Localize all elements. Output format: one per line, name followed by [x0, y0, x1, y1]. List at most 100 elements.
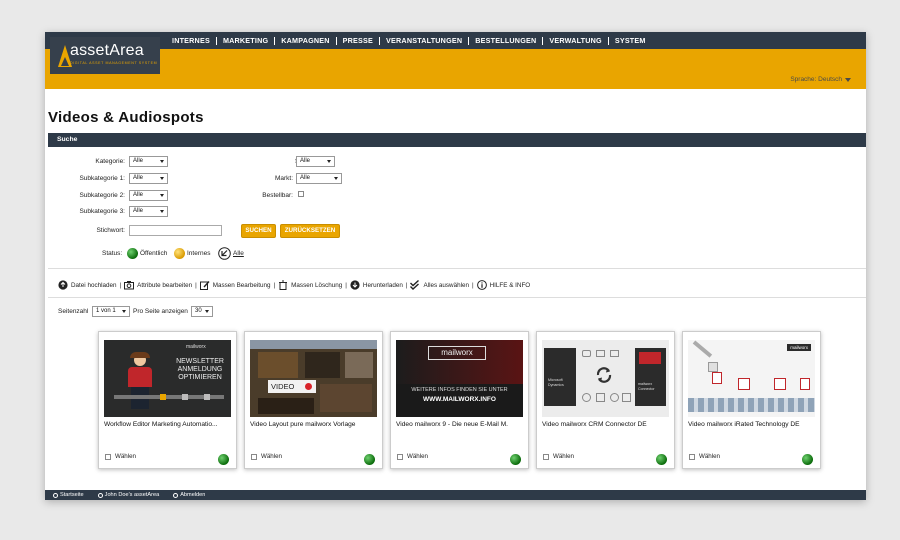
asset-thumbnail[interactable]: VIDEO [250, 340, 377, 417]
download-action[interactable]: Herunterladen [350, 280, 403, 290]
subkategorie-2-select[interactable]: Alle [129, 190, 168, 201]
action-toolbar: Datei hochladen | Attribute bearbeiten |… [58, 280, 530, 290]
nav-kampagnen[interactable]: KAMPAGNEN [275, 36, 337, 45]
trash-icon [279, 280, 288, 290]
asset-card[interactable]: mailworx Video mailworx iRated Technolog… [682, 331, 821, 469]
status-public-icon [802, 454, 813, 465]
asset-thumbnail[interactable]: mailworx NEWSLETTER ANMELDUNG OPTIMIEREN [104, 340, 231, 417]
select-checkbox[interactable]: Wählen [397, 453, 428, 460]
chevron-down-icon [122, 310, 126, 313]
subkategorie-1-select[interactable]: Alle [129, 173, 168, 184]
logo-tagline: DIGITAL ASSET MANAGEMENT SYSTEM [70, 61, 158, 65]
kategorie-label: Kategorie: [95, 158, 125, 165]
edit-attributes-action[interactable]: Attribute bearbeiten [124, 280, 192, 290]
subkategorie-3-select[interactable]: Alle [129, 206, 168, 217]
asset-card[interactable]: Microsoft Dynamics mailworx Connector Vi… [536, 331, 675, 469]
status-all-link[interactable]: Alle [233, 250, 244, 257]
status-internal-label[interactable]: Internes [187, 250, 211, 257]
info-icon [476, 280, 487, 290]
nav-presse[interactable]: PRESSE [337, 36, 381, 45]
subkategorie-3-label: Subkategorie 3: [79, 208, 125, 215]
select-all-action[interactable]: Alles auswählen [410, 280, 469, 290]
double-check-icon [410, 280, 420, 290]
select-checkbox[interactable]: Wählen [543, 453, 574, 460]
nav-marketing[interactable]: MARKETING [217, 36, 276, 45]
asset-card[interactable]: mailworx WEITERE INFOS FINDEN SIE UNTER … [390, 331, 529, 469]
bestellbar-label: Bestellbar: [262, 192, 293, 199]
asset-card[interactable]: mailworx NEWSLETTER ANMELDUNG OPTIMIEREN… [98, 331, 237, 469]
home-icon [53, 492, 58, 498]
upload-icon [58, 280, 68, 290]
asset-title[interactable]: Video mailworx 9 - Die neue E-Mail M. [396, 421, 526, 428]
chevron-down-icon [205, 310, 209, 313]
status-public-icon [510, 454, 521, 465]
subkategorie-2-label: Subkategorie 2: [79, 192, 125, 199]
pencil-icon [199, 281, 210, 290]
kategorie-select[interactable]: Alle [129, 156, 168, 167]
nav-veranstaltungen[interactable]: VERANSTALTUNGEN [380, 36, 470, 45]
select-checkbox[interactable]: Wählen [105, 453, 136, 460]
chevron-down-icon [334, 177, 338, 180]
robot-arm [692, 340, 713, 358]
stichwort-input[interactable] [129, 225, 222, 236]
sync-icon [596, 367, 612, 383]
footer-home-link[interactable]: Startseite [53, 492, 84, 498]
language-selector[interactable]: Sprache: Deutsch [790, 76, 851, 83]
reset-button[interactable]: ZURÜCKSETZEN [280, 224, 340, 238]
markt-select[interactable]: Alle [296, 173, 342, 184]
asset-title[interactable]: Video Layout pure mailworx Vorlage [250, 421, 380, 428]
dynamics-tile: Microsoft Dynamics [544, 348, 576, 406]
conveyor-belt [688, 398, 815, 412]
status-internal-icon[interactable] [174, 248, 185, 259]
app-window: INTERNES MARKETING KAMPAGNEN PRESSE VERA… [45, 32, 866, 500]
status-public-icon [656, 454, 667, 465]
language-label: Sprache: Deutsch [790, 76, 842, 83]
asset-title[interactable]: Workflow Editor Marketing Automatio... [104, 421, 234, 428]
asset-thumbnail[interactable]: mailworx [688, 340, 815, 417]
status-public-icon[interactable] [127, 248, 138, 259]
status-public-icon [218, 454, 229, 465]
logo-text: assetArea [70, 42, 144, 59]
subkategorie-1-label: Subkategorie 1: [79, 175, 125, 182]
main-nav: INTERNES MARKETING KAMPAGNEN PRESSE VERA… [166, 32, 652, 49]
logo[interactable]: assetArea DIGITAL ASSET MANAGEMENT SYSTE… [50, 37, 160, 74]
status-public-icon [364, 454, 375, 465]
power-icon [173, 492, 179, 498]
footer-bar: Startseite John Doe's assetArea Abmelden [45, 490, 866, 500]
bestellbar-checkbox[interactable] [298, 191, 304, 197]
search-button[interactable]: SUCHEN [241, 224, 276, 238]
chevron-down-icon [160, 160, 164, 163]
asset-thumbnail[interactable]: mailworx WEITERE INFOS FINDEN SIE UNTER … [396, 340, 523, 417]
mass-delete-action[interactable]: Massen Löschung [278, 280, 342, 290]
chevron-down-icon [160, 194, 164, 197]
help-action[interactable]: HILFE & INFO [476, 280, 530, 290]
select-checkbox[interactable]: Wählen [251, 453, 282, 460]
video-badge: VIDEO [268, 380, 316, 393]
footer-logout-link[interactable]: Abmelden [173, 492, 205, 498]
per-page-select[interactable]: 30 [191, 306, 213, 317]
per-page-label: Pro Seite anzeigen [133, 308, 188, 315]
chevron-down-icon [160, 210, 164, 213]
nav-system[interactable]: SYSTEM [609, 36, 652, 45]
user-icon [97, 492, 103, 498]
connector-tile: mailworx Connector [635, 348, 666, 406]
page-select[interactable]: 1 von 1 [92, 306, 130, 317]
upload-action[interactable]: Datei hochladen [58, 280, 117, 290]
nav-internes[interactable]: INTERNES [166, 36, 217, 45]
page-number-label: Seitenzahl [58, 308, 89, 315]
status-all-icon[interactable] [218, 247, 231, 260]
sprache-select[interactable]: Alle [296, 156, 335, 167]
stichwort-label: Stichwort: [96, 227, 125, 234]
select-checkbox[interactable]: Wählen [689, 453, 720, 460]
asset-title[interactable]: Video mailworx iRated Technology DE [688, 421, 818, 428]
asset-thumbnail[interactable]: Microsoft Dynamics mailworx Connector [542, 340, 669, 417]
chevron-down-icon [845, 77, 851, 82]
top-navigation-bar: INTERNES MARKETING KAMPAGNEN PRESSE VERA… [45, 32, 866, 49]
footer-user-link[interactable]: John Doe's assetArea [97, 492, 159, 498]
nav-bestellungen[interactable]: BESTELLUNGEN [469, 36, 544, 45]
asset-card[interactable]: VIDEO Video Layout pure mailworx Vorlage… [244, 331, 383, 469]
mass-edit-action[interactable]: Massen Bearbeitung [199, 280, 271, 290]
status-public-label[interactable]: Öffentlich [140, 250, 167, 257]
nav-verwaltung[interactable]: VERWALTUNG [543, 36, 609, 45]
asset-title[interactable]: Video mailworx CRM Connector DE [542, 421, 672, 428]
